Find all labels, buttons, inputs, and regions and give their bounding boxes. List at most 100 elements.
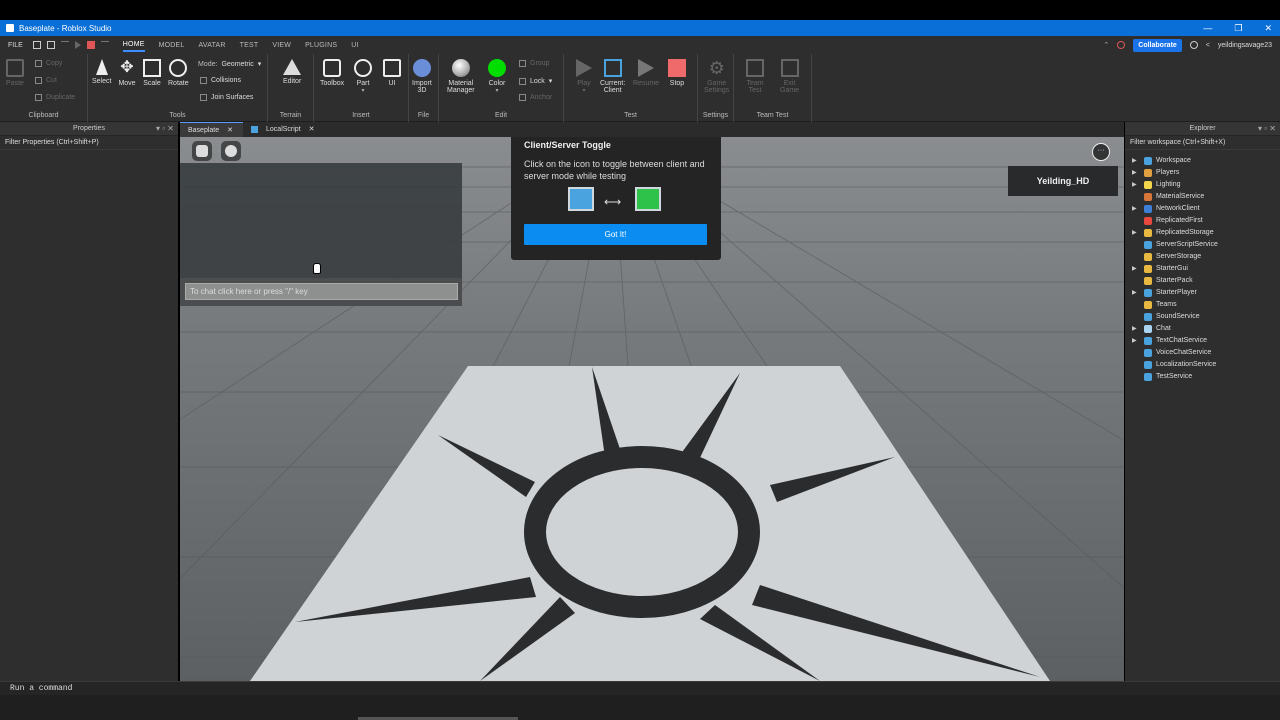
explorer-item[interactable]: ServerStorage: [1125, 251, 1280, 263]
collaborate-button[interactable]: Collaborate: [1133, 38, 1182, 52]
import-3d-button[interactable]: Import 3D: [412, 59, 432, 94]
redo-icon[interactable]: [60, 41, 69, 49]
explorer-filter-input[interactable]: Filter workspace (Ctrl+Shift+X): [1125, 136, 1280, 150]
material-manager-button[interactable]: Material Manager: [447, 59, 475, 94]
tab-test[interactable]: TEST: [240, 42, 259, 49]
tab-ui[interactable]: UI: [351, 42, 358, 49]
explorer-item[interactable]: TestService: [1125, 371, 1280, 383]
explorer-item[interactable]: MaterialService: [1125, 191, 1280, 203]
lock-button[interactable]: Lock ▾: [519, 77, 552, 85]
tab-baseplate[interactable]: Baseplate ✕: [180, 122, 244, 138]
explorer-item[interactable]: ▶ Lighting: [1125, 179, 1280, 191]
stop-button[interactable]: Stop: [668, 59, 686, 87]
explorer-item[interactable]: LocalizationService: [1125, 359, 1280, 371]
collisions-checkbox[interactable]: [200, 77, 207, 84]
terrain-editor-button[interactable]: Editor: [283, 59, 301, 85]
help-icon[interactable]: [1189, 41, 1198, 49]
panel-controls-icon[interactable]: ▾ ▫ ✕: [1258, 122, 1276, 136]
close-button[interactable]: ✕: [1264, 23, 1272, 34]
color-button[interactable]: Color ▾: [488, 59, 506, 94]
anchor-button[interactable]: Anchor: [519, 94, 552, 101]
copy-button[interactable]: Copy: [35, 60, 62, 67]
explorer-item[interactable]: ▶ StarterGui: [1125, 263, 1280, 275]
mode-selector[interactable]: Mode: Geometric ▾: [198, 60, 261, 69]
expand-arrow-icon[interactable]: ▶: [1132, 263, 1137, 275]
tab-avatar[interactable]: AVATAR: [199, 42, 226, 49]
resume-button[interactable]: Resume: [633, 59, 659, 87]
explorer-item[interactable]: ReplicatedFirst: [1125, 215, 1280, 227]
share-icon[interactable]: <: [1206, 42, 1210, 49]
more-menu-button[interactable]: ···: [1092, 143, 1110, 161]
new-file-icon[interactable]: [32, 41, 41, 49]
move-tool-button[interactable]: ✥ Move: [118, 59, 136, 87]
tab-localscript[interactable]: LocalScript ✕: [243, 122, 325, 137]
duplicate-button[interactable]: Duplicate: [35, 94, 75, 101]
expand-arrow-icon[interactable]: ▶: [1132, 179, 1137, 191]
explorer-item[interactable]: ▶ ReplicatedStorage: [1125, 227, 1280, 239]
chat-toggle-button[interactable]: [221, 141, 241, 161]
save-icon[interactable]: [46, 41, 55, 49]
explorer-item[interactable]: ServerScriptService: [1125, 239, 1280, 251]
expand-arrow-icon[interactable]: ▶: [1132, 203, 1137, 215]
game-settings-button[interactable]: ⚙ Game Settings: [704, 59, 729, 94]
command-bar[interactable]: Run a command: [0, 681, 1280, 695]
part-button[interactable]: Part ▾: [354, 59, 372, 94]
cloud-sync-icon[interactable]: [1117, 41, 1126, 49]
explorer-item[interactable]: ▶ TextChatService: [1125, 335, 1280, 347]
stop-icon[interactable]: [86, 41, 95, 49]
join-surfaces-toggle[interactable]: Join Surfaces: [200, 94, 253, 101]
explorer-item-label: ServerStorage: [1156, 253, 1202, 260]
collapse-ribbon-icon[interactable]: ⌃: [1103, 41, 1109, 49]
explorer-item[interactable]: ▶ Chat: [1125, 323, 1280, 335]
undo-icon[interactable]: [100, 41, 109, 49]
close-icon[interactable]: ✕: [227, 123, 233, 138]
ui-button[interactable]: UI: [383, 59, 401, 87]
explorer-item[interactable]: ▶ NetworkClient: [1125, 203, 1280, 215]
title-bar: Baseplate - Roblox Studio — ❐ ✕: [0, 20, 1280, 36]
explorer-item[interactable]: VoiceChatService: [1125, 347, 1280, 359]
explorer-item[interactable]: Teams: [1125, 299, 1280, 311]
tab-view[interactable]: VIEW: [272, 42, 291, 49]
explorer-item[interactable]: ▶ Workspace: [1125, 155, 1280, 167]
group-button[interactable]: Group: [519, 60, 549, 67]
toolbox-button[interactable]: Toolbox: [320, 59, 344, 87]
username[interactable]: yeildingsavage23: [1218, 42, 1272, 49]
expand-arrow-icon[interactable]: ▶: [1132, 287, 1137, 299]
exit-game-button[interactable]: Exit Game: [780, 59, 799, 94]
select-tool-button[interactable]: Select: [92, 59, 111, 85]
explorer-item[interactable]: ▶ StarterPlayer: [1125, 287, 1280, 299]
scale-tool-button[interactable]: Scale: [143, 59, 161, 87]
cut-button[interactable]: Cut: [35, 77, 57, 84]
expand-arrow-icon[interactable]: ▶: [1132, 323, 1137, 335]
tab-model[interactable]: MODEL: [159, 42, 185, 49]
tab-home[interactable]: HOME: [122, 41, 145, 52]
document-tabs: Baseplate ✕ LocalScript ✕: [180, 122, 1124, 137]
explorer-item[interactable]: StarterPack: [1125, 275, 1280, 287]
3d-viewport[interactable]: To chat click here or press "/" key ··· …: [180, 137, 1124, 681]
got-it-button[interactable]: Got It!: [524, 224, 707, 245]
chat-input[interactable]: To chat click here or press "/" key: [185, 283, 458, 300]
rotate-tool-button[interactable]: Rotate: [168, 59, 189, 87]
expand-arrow-icon[interactable]: ▶: [1132, 167, 1137, 179]
properties-filter-input[interactable]: Filter Properties (Ctrl+Shift+P): [0, 136, 178, 150]
collisions-toggle[interactable]: Collisions: [200, 77, 241, 84]
team-test-button[interactable]: Team Test: [746, 59, 764, 94]
close-icon[interactable]: ✕: [309, 122, 315, 137]
panel-controls-icon[interactable]: ▾ ▫ ✕: [156, 122, 174, 136]
play-button[interactable]: Play ▾: [576, 59, 592, 94]
roblox-menu-button[interactable]: [192, 141, 212, 161]
expand-arrow-icon[interactable]: ▶: [1132, 155, 1137, 167]
explorer-item[interactable]: SoundService: [1125, 311, 1280, 323]
explorer-item[interactable]: ▶ Players: [1125, 167, 1280, 179]
play-icon[interactable]: [74, 41, 81, 49]
tab-plugins[interactable]: PLUGINS: [305, 42, 337, 49]
current-client-toggle[interactable]: Current: Client: [600, 59, 625, 94]
join-surfaces-checkbox[interactable]: [200, 94, 207, 101]
minimize-button[interactable]: —: [1203, 23, 1212, 33]
expand-arrow-icon[interactable]: ▶: [1132, 227, 1137, 239]
player-list-entry[interactable]: Yeilding_HD: [1008, 166, 1118, 196]
paste-button[interactable]: Paste: [6, 59, 24, 87]
restore-button[interactable]: ❐: [1234, 23, 1242, 34]
file-menu[interactable]: FILE: [8, 42, 23, 49]
expand-arrow-icon[interactable]: ▶: [1132, 335, 1137, 347]
